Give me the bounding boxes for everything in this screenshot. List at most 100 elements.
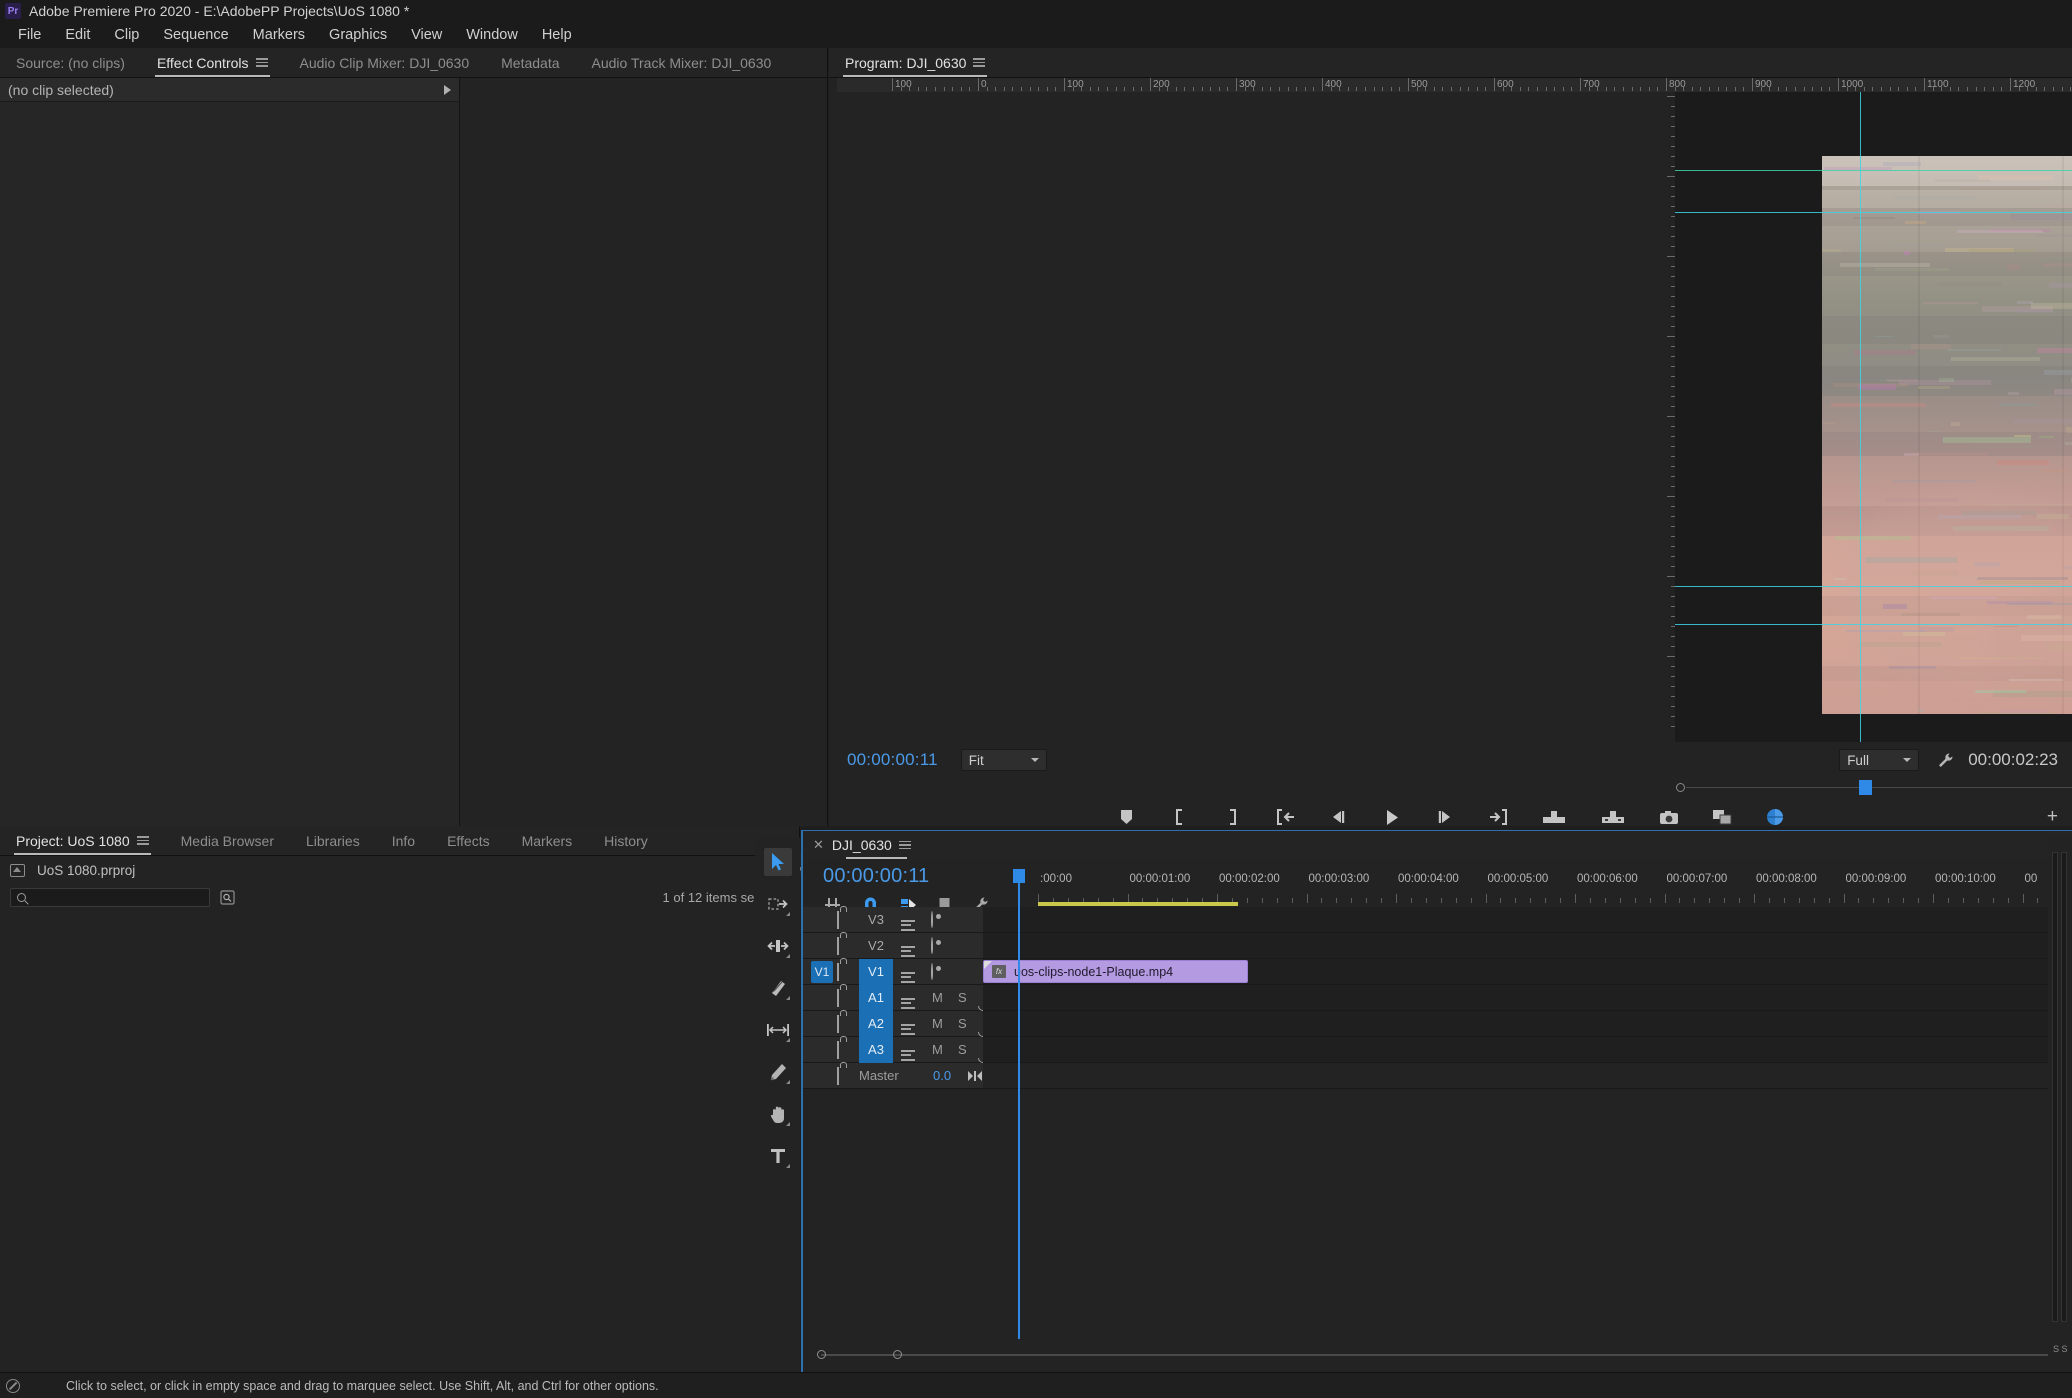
mark-out-icon[interactable] (1223, 807, 1243, 827)
track-header-v3[interactable]: V3 (803, 907, 983, 933)
timeline-current-timecode[interactable]: 00:00:00:11 (803, 859, 1038, 888)
track-name-v2[interactable]: V2 (859, 933, 893, 959)
effect-controls-header-row[interactable]: (no clip selected) (0, 78, 459, 102)
track-row-a2[interactable]: A2 M S (803, 1010, 2072, 1037)
tool-flyout-corner[interactable] (785, 1164, 790, 1168)
sync-lock-icon[interactable] (837, 963, 839, 981)
solo-track-button[interactable]: S (958, 1016, 967, 1031)
track-lane-v3[interactable] (983, 907, 2072, 933)
track-lane-a2[interactable] (983, 1011, 2072, 1037)
track-lane-v1[interactable]: fx uos-clips-node1-Plaque.mp4 (983, 959, 2072, 985)
tab-project[interactable]: Project: UoS 1080 (0, 826, 165, 855)
track-lane-v2[interactable] (983, 933, 2072, 959)
play-icon[interactable] (1382, 807, 1402, 827)
selection-tool[interactable] (763, 848, 792, 876)
timeline-ruler[interactable]: :00:00 00:00:01:00 00:00:02:00 00:00:03:00 0… (1038, 873, 2072, 903)
program-playhead[interactable] (1859, 780, 1872, 795)
master-level-value[interactable]: 0.0 (933, 1068, 951, 1083)
program-current-timecode[interactable]: 00:00:00:11 (847, 750, 938, 770)
track-name-a1[interactable]: A1 (859, 984, 893, 1011)
mute-track-button[interactable]: M (932, 1016, 943, 1031)
menu-item-markers[interactable]: Markers (241, 25, 317, 45)
tab-libraries[interactable]: Libraries (290, 826, 376, 855)
sync-lock-icon[interactable] (837, 1015, 839, 1033)
track-row-a1[interactable]: A1 M S (803, 984, 2072, 1011)
solo-track-button[interactable]: S (958, 1042, 967, 1057)
tool-flyout-corner[interactable] (785, 912, 790, 916)
audio-meters-panel[interactable]: S S (2048, 838, 2072, 1372)
menu-item-help[interactable]: Help (530, 25, 584, 45)
source-patch-v1[interactable]: V1 (811, 960, 833, 983)
tab-media-browser[interactable]: Media Browser (165, 826, 290, 855)
track-name-v1[interactable]: V1 (859, 958, 893, 985)
tab-timeline-sequence[interactable]: DJI_0630 (832, 831, 921, 859)
toggle-track-output-icon[interactable] (931, 937, 933, 954)
sync-lock-icon[interactable] (837, 1067, 839, 1085)
wrench-icon[interactable] (1937, 752, 1954, 769)
export-frame-icon[interactable] (1659, 807, 1679, 827)
comparison-view-icon[interactable] (1712, 807, 1732, 827)
track-row-v2[interactable]: V2 (803, 933, 2072, 959)
tool-flyout-corner[interactable] (785, 1080, 790, 1084)
mark-in-icon[interactable] (1170, 807, 1190, 827)
toggle-track-output-icon[interactable] (931, 963, 933, 980)
step-forward-icon[interactable] (1435, 807, 1455, 827)
menu-item-window[interactable]: Window (454, 25, 530, 45)
lift-icon[interactable] (1541, 807, 1567, 827)
close-icon[interactable]: ✕ (803, 837, 832, 853)
search-input[interactable] (10, 887, 210, 907)
track-header-master[interactable]: Master 0.0 (803, 1063, 983, 1089)
tool-flyout-corner[interactable] (785, 1122, 790, 1126)
project-breadcrumb[interactable]: UoS 1080.prproj (0, 856, 799, 884)
scrubber-start-handle[interactable] (1676, 783, 1685, 792)
tab-effects[interactable]: Effects (431, 826, 506, 855)
program-transport-controls[interactable] (829, 800, 2072, 834)
go-to-out-icon[interactable] (1488, 807, 1508, 827)
go-to-in-icon[interactable] (1276, 807, 1296, 827)
tab-effect-controls[interactable]: Effect Controls (141, 48, 284, 77)
mute-track-button[interactable]: M (932, 990, 943, 1005)
tab-source[interactable]: Source: (no clips) (0, 48, 141, 77)
menu-item-file[interactable]: File (6, 25, 53, 45)
track-row-a3[interactable]: A3 M S (803, 1036, 2072, 1063)
sync-lock-icon[interactable] (837, 1041, 839, 1059)
track-select-forward-tool[interactable] (764, 890, 792, 918)
tab-audio-track-mixer[interactable]: Audio Track Mixer: DJI_0630 (576, 48, 788, 77)
track-name-a2[interactable]: A2 (859, 1010, 893, 1037)
tab-markers[interactable]: Markers (506, 826, 589, 855)
slip-tool[interactable] (764, 1016, 792, 1044)
clip-corner-handle[interactable] (984, 961, 992, 969)
track-header-a2[interactable]: A2 M S (803, 1010, 983, 1037)
tab-metadata[interactable]: Metadata (485, 48, 575, 77)
tab-audio-clip-mixer[interactable]: Audio Clip Mixer: DJI_0630 (284, 48, 486, 77)
solo-track-button[interactable]: S (958, 990, 967, 1005)
track-row-v3[interactable]: V3 (803, 907, 2072, 933)
resolution-select[interactable]: Full (1839, 749, 1920, 771)
step-back-icon[interactable] (1329, 807, 1349, 827)
razor-tool[interactable] (764, 974, 792, 1002)
master-meter-icon[interactable] (967, 1070, 983, 1082)
program-scrubber[interactable] (1676, 778, 2072, 798)
panel-menu-icon[interactable] (898, 840, 911, 850)
program-duration-timecode[interactable]: 00:00:02:23 (1968, 750, 2058, 770)
menu-bar[interactable]: File Edit Clip Sequence Markers Graphics… (0, 22, 2072, 48)
tab-program-monitor[interactable]: Program: DJI_0630 (829, 48, 1001, 77)
toggle-track-output-icon[interactable] (931, 911, 933, 928)
sync-lock-icon[interactable] (837, 911, 839, 929)
menu-item-graphics[interactable]: Graphics (317, 25, 399, 45)
mute-track-button[interactable]: M (932, 1042, 943, 1057)
track-header-v1[interactable]: V1 V1 (803, 958, 983, 985)
timeline-tabbar[interactable]: ✕ DJI_0630 (803, 831, 2072, 859)
folder-up-icon[interactable] (10, 863, 25, 877)
menu-item-sequence[interactable]: Sequence (151, 25, 240, 45)
pen-tool[interactable] (764, 1058, 792, 1086)
extract-icon[interactable] (1600, 807, 1626, 827)
sync-lock-icon[interactable] (837, 937, 839, 955)
menu-item-clip[interactable]: Clip (102, 25, 151, 45)
panel-menu-icon[interactable] (255, 58, 268, 67)
timeline-horizontal-scrollbar[interactable] (803, 1348, 2072, 1362)
tool-flyout-corner[interactable] (785, 1038, 790, 1042)
track-lane-a3[interactable] (983, 1037, 2072, 1063)
track-header-v2[interactable]: V2 (803, 933, 983, 959)
panel-menu-icon[interactable] (136, 836, 149, 845)
